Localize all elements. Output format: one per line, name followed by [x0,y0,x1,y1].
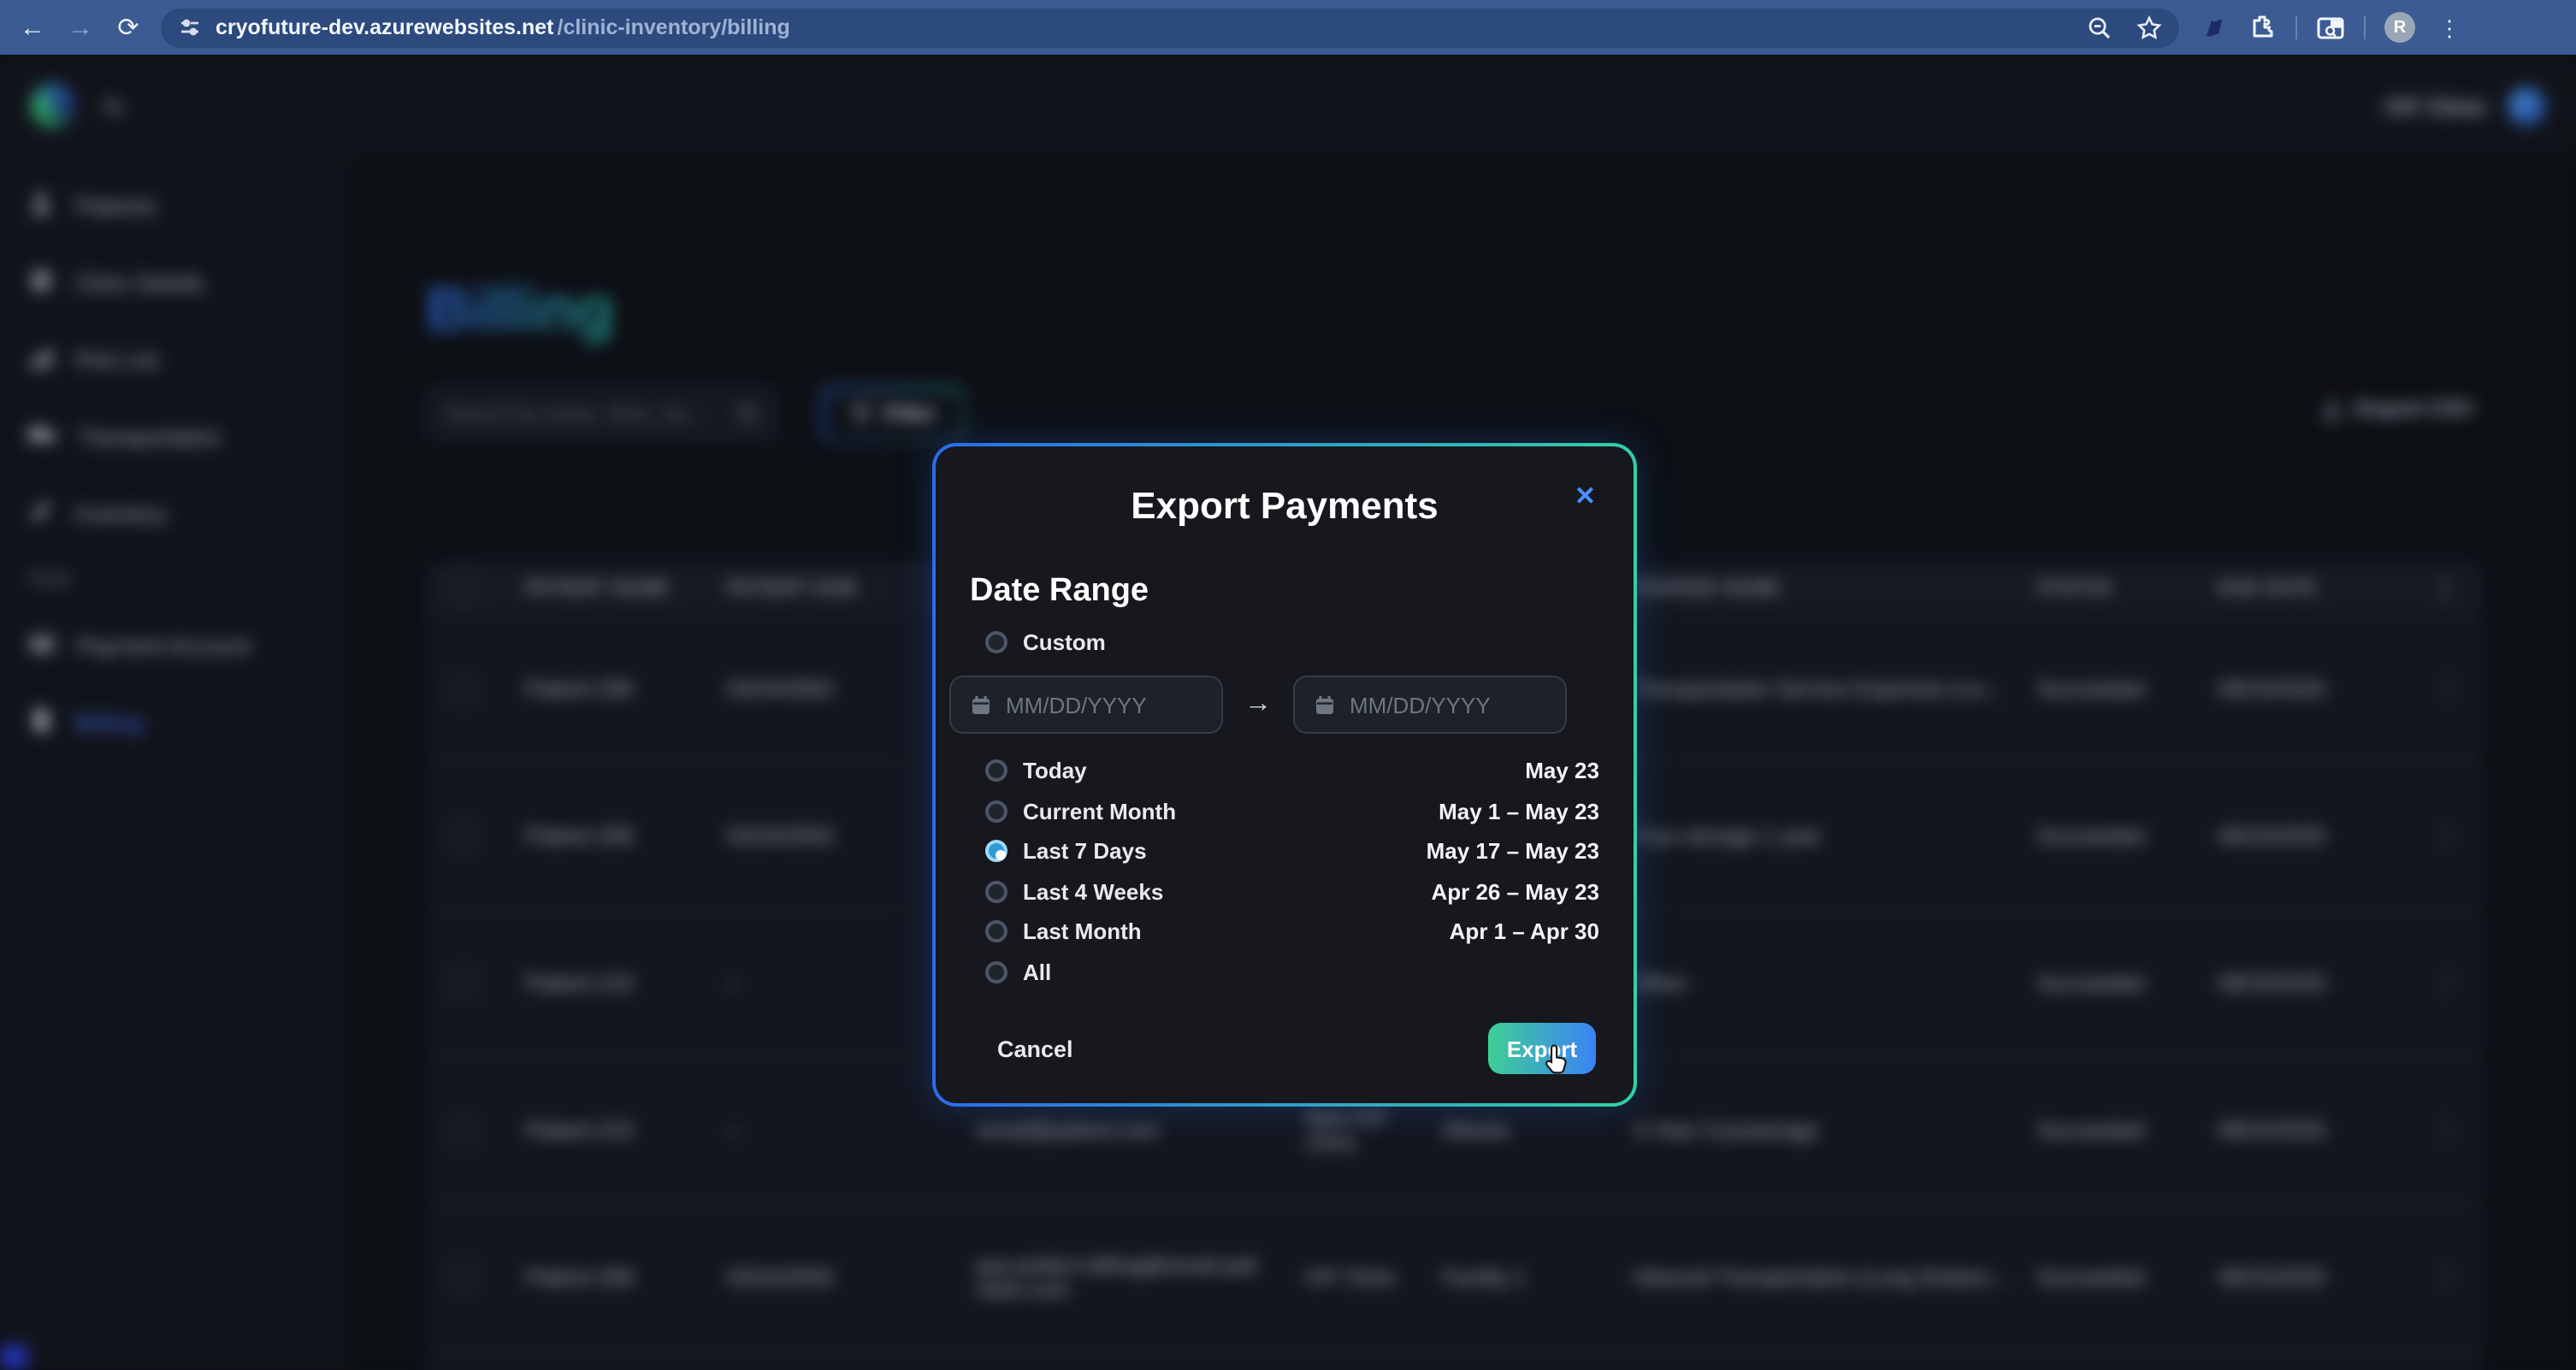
option-label: Last 4 Weeks [1023,878,1163,904]
side-panel-search-icon[interactable] [2316,15,2345,40]
divider [2295,15,2297,39]
mouse-cursor-pointer [1545,1043,1574,1076]
option-left: Current Month [985,798,1176,824]
zoom-out-icon[interactable] [2087,15,2112,40]
reload-icon[interactable]: ⟳ [113,12,144,43]
browser-menu-icon[interactable]: ⋮ [2434,12,2465,43]
bookmark-star-icon[interactable] [2136,15,2162,40]
date-range-option-last-month[interactable]: Last Month Apr 1 – Apr 30 [970,917,1599,946]
radio-unselected[interactable] [985,960,1007,983]
browser-chrome: ← → ⟳ cryofuture-dev.azurewebsites.net/c… [0,0,2576,55]
date-range-option-last-7-days[interactable]: Last 7 Days May 17 – May 23 [970,836,1599,865]
date-range-options: Today May 23 Current Month May 1 – May 23 La… [970,756,1599,986]
option-value: Apr 26 – May 23 [1431,878,1599,904]
address-bar[interactable]: cryofuture-dev.azurewebsites.net/clinic-… [161,8,2179,47]
radio-unselected[interactable] [985,631,1007,653]
option-left: Last 7 Days [985,838,1147,864]
forward-icon[interactable]: → [65,12,96,43]
date-range-option-all[interactable]: All [970,957,1599,986]
end-date-input[interactable]: MM/DD/YYYY [1293,676,1567,734]
profile-initial: R [2394,18,2406,37]
export-payments-modal: Export Payments ✕ Date Range Custom MM/D… [932,443,1637,1107]
date-range-option-current-month[interactable]: Current Month May 1 – May 23 [970,796,1599,825]
back-icon[interactable]: ← [17,12,48,43]
arrow-right-icon: → [1223,689,1293,720]
option-value: May 1 – May 23 [1439,798,1599,824]
extensions-puzzle-icon[interactable] [2249,14,2277,41]
site-settings-icon[interactable] [178,15,202,39]
end-date-placeholder: MM/DD/YYYY [1350,692,1491,717]
export-button[interactable]: Export [1488,1023,1596,1074]
option-left: All [985,959,1051,984]
modal-title: Export Payments [970,484,1599,529]
extension-flag-icon[interactable] [2203,14,2230,41]
close-icon[interactable]: ✕ [1575,484,1596,510]
option-left: Today [985,758,1087,783]
option-label: Last Month [1023,918,1142,944]
option-value: May 17 – May 23 [1427,838,1599,864]
option-custom-container: Custom [970,628,1599,657]
option-value: May 23 [1525,758,1599,783]
start-date-input[interactable]: MM/DD/YYYY [949,676,1223,734]
calendar-icon [970,694,992,716]
divider [2364,15,2366,39]
url-host: cryofuture-dev.azurewebsites.net [216,15,554,39]
option-label: Last 7 Days [1023,838,1147,864]
date-range-option-last-4-weeks[interactable]: Last 4 Weeks Apr 26 – May 23 [970,877,1599,906]
start-date-placeholder: MM/DD/YYYY [1006,692,1147,717]
browser-profile-avatar[interactable]: R [2384,12,2415,43]
option-left: Custom [985,629,1106,655]
option-value: Apr 1 – Apr 30 [1450,918,1599,944]
cancel-button[interactable]: Cancel [997,1036,1073,1061]
option-left: Last 4 Weeks [985,878,1163,904]
radio-selected[interactable] [985,840,1007,862]
date-range-option-custom[interactable]: Custom [970,628,1599,657]
date-range-heading: Date Range [970,573,1599,611]
radio-unselected[interactable] [985,880,1007,902]
option-left: Last Month [985,918,1142,944]
custom-date-range: MM/DD/YYYY → MM/DD/YYYY [949,676,1599,734]
radio-unselected[interactable] [985,759,1007,782]
option-label: Current Month [1023,798,1176,824]
radio-unselected[interactable] [985,800,1007,822]
url-path: /clinic-inventory/billing [558,15,790,39]
option-label: Custom [1023,629,1106,655]
radio-unselected[interactable] [985,920,1007,942]
option-label: All [1023,959,1051,984]
option-label: Today [1023,758,1087,783]
calendar-icon [1314,694,1336,716]
date-range-option-today[interactable]: Today May 23 [970,756,1599,785]
